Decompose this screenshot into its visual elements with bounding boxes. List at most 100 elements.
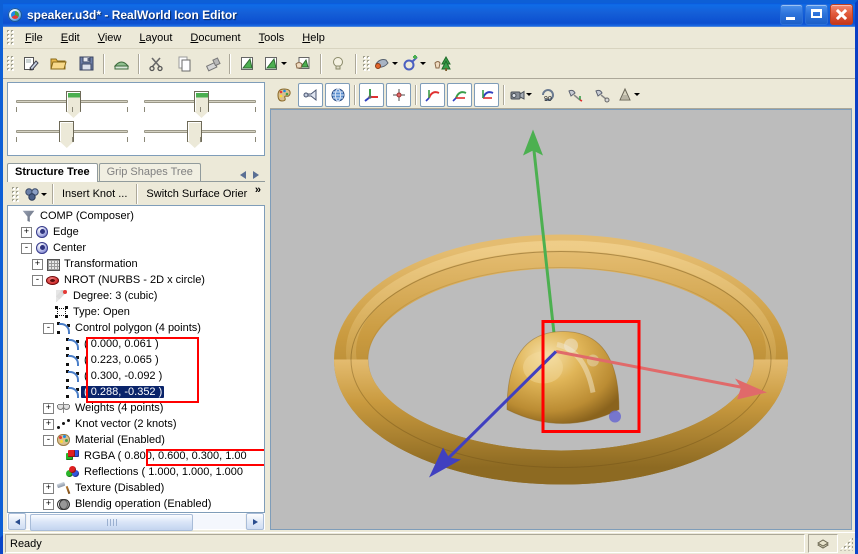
globe-environment-icon[interactable] — [325, 83, 350, 107]
tree-node[interactable]: -Material (Enabled) — [10, 432, 264, 448]
copy-icon[interactable] — [171, 51, 197, 76]
slider-top-left[interactable] — [16, 91, 128, 117]
tree-node[interactable]: ( 0.000, 0.061 ) — [10, 336, 264, 352]
pin-axis-icon[interactable] — [562, 83, 587, 107]
insert-knot-button[interactable]: Insert Knot ... — [56, 186, 133, 202]
add-object-icon[interactable] — [401, 51, 427, 76]
tree-node[interactable]: Reflections ( 1.000, 1.000, 1.000 — [10, 464, 264, 480]
chevron-down-icon[interactable] — [634, 93, 640, 96]
grip-points-icon[interactable] — [386, 83, 411, 107]
open-folder-icon[interactable] — [45, 51, 71, 76]
switch-surface-orientation-button[interactable]: Switch Surface Orier — [140, 186, 253, 202]
tree-node[interactable]: Type: Open — [10, 304, 264, 320]
scroll-thumb[interactable] — [30, 514, 193, 531]
chevron-down-icon[interactable] — [41, 193, 47, 196]
camera-icon[interactable] — [508, 83, 533, 107]
tree-node[interactable]: +Texture (Disabled) — [10, 480, 264, 496]
minimize-button[interactable] — [780, 4, 803, 25]
toolbar-drag-grip[interactable] — [6, 55, 14, 72]
tree-expander[interactable]: + — [43, 403, 54, 414]
tree-expander[interactable]: + — [43, 419, 54, 430]
tree-expander[interactable]: - — [32, 275, 43, 286]
tree-node[interactable]: +Blendig operation (Enabled) — [10, 496, 264, 512]
rotate-90-icon[interactable]: 90 — [535, 83, 560, 107]
tree-expander[interactable]: - — [43, 323, 54, 334]
menu-edit[interactable]: Edit — [52, 29, 89, 47]
tree-expander[interactable]: + — [21, 227, 32, 238]
menu-layout[interactable]: Layout — [130, 29, 181, 47]
scroll-tabs-left-icon[interactable] — [240, 171, 246, 179]
paste-brush-icon[interactable] — [199, 51, 225, 76]
menu-help[interactable]: Help — [293, 29, 334, 47]
tree-node[interactable]: ( 0.223, 0.065 ) — [10, 352, 264, 368]
tab-structure-tree[interactable]: Structure Tree — [7, 163, 98, 182]
texture-hammer-icon — [56, 481, 72, 496]
apply-hand-icon[interactable] — [290, 51, 316, 76]
slider-bottom-right[interactable] — [144, 121, 256, 147]
tree-node[interactable]: COMP (Composer) — [10, 208, 264, 224]
title-bar: speaker.u3d* - RealWorld Icon Editor — [3, 3, 855, 26]
scroll-track[interactable] — [27, 514, 245, 529]
structure-tree-panel[interactable]: COMP (Composer)+Edge-Center+Transformati… — [7, 205, 265, 513]
maximize-button[interactable] — [805, 4, 828, 25]
rotate-x-icon[interactable] — [420, 83, 445, 107]
tree-node[interactable]: -Control polygon (4 points) — [10, 320, 264, 336]
menu-document[interactable]: Document — [181, 29, 249, 47]
light-bulb-icon[interactable] — [325, 51, 351, 76]
tree-node[interactable]: -NROT (NURBS - 2D x circle) — [10, 272, 264, 288]
pin-point-icon[interactable] — [589, 83, 614, 107]
tree-node[interactable]: RGBA ( 0.800, 0.600, 0.300, 1.00 — [10, 448, 264, 464]
tree-node[interactable]: +Knot vector (2 knots) — [10, 416, 264, 432]
tree-object-icon[interactable] — [429, 51, 455, 76]
menu-tools[interactable]: Tools — [250, 29, 294, 47]
tree-expander[interactable]: + — [43, 499, 54, 510]
tree-expander[interactable]: + — [43, 483, 54, 494]
undo-icon[interactable] — [234, 51, 260, 76]
scroll-left-button[interactable] — [8, 513, 26, 530]
object-menu-icon[interactable] — [22, 182, 48, 207]
toolbar-overflow-button[interactable]: » — [255, 184, 261, 196]
close-button[interactable] — [830, 4, 853, 25]
cut-scissors-icon[interactable] — [143, 51, 169, 76]
tree-expander[interactable]: + — [32, 259, 43, 270]
move-axes-icon[interactable] — [359, 83, 384, 107]
tree-expander[interactable]: - — [21, 243, 32, 254]
resize-grip[interactable] — [839, 537, 853, 551]
tree-node[interactable]: ( 0.288, -0.352 ) — [10, 384, 264, 400]
tree-node[interactable]: -Center — [10, 240, 264, 256]
color-dropper-icon[interactable] — [373, 51, 399, 76]
3d-preview-viewport[interactable] — [270, 109, 852, 530]
save-floppy-icon[interactable] — [73, 51, 99, 76]
material-palette-icon[interactable] — [271, 83, 296, 107]
scroll-tabs-right-icon[interactable] — [253, 171, 259, 179]
tree-node[interactable]: Degree: 3 (cubic) — [10, 288, 264, 304]
flashlight-icon[interactable] — [298, 83, 323, 107]
chevron-down-icon[interactable] — [392, 62, 398, 65]
slider-bottom-left[interactable] — [16, 121, 128, 147]
chevron-down-icon[interactable] — [420, 62, 426, 65]
rotate-y-icon[interactable] — [447, 83, 472, 107]
new-icon[interactable] — [17, 51, 43, 76]
scroll-right-button[interactable] — [246, 513, 264, 530]
redo-icon[interactable] — [262, 51, 288, 76]
chevron-down-icon[interactable] — [526, 93, 532, 96]
toolbar-drag-grip-2[interactable] — [362, 55, 370, 72]
chevron-down-icon[interactable] — [281, 62, 287, 65]
tree-node[interactable]: +Weights (4 points) — [10, 400, 264, 416]
menu-drag-grip[interactable] — [6, 29, 14, 46]
tree-node-label: Type: Open — [70, 306, 130, 318]
tree-node[interactable]: +Transformation — [10, 256, 264, 272]
left-panel: Structure Tree Grip Shapes Tree — [3, 79, 268, 532]
rotate-z-icon[interactable] — [474, 83, 499, 107]
tab-grip-shapes-tree[interactable]: Grip Shapes Tree — [99, 163, 201, 181]
tree-node[interactable]: +Edge — [10, 224, 264, 240]
tree-horizontal-scrollbar[interactable] — [7, 513, 265, 530]
slider-top-right[interactable] — [144, 91, 256, 117]
menu-view[interactable]: View — [89, 29, 131, 47]
tree-expander[interactable]: - — [43, 435, 54, 446]
tree-node[interactable]: ( 0.300, -0.092 ) — [10, 368, 264, 384]
cone-primitive-icon[interactable] — [616, 83, 641, 107]
menu-file[interactable]: File — [16, 29, 52, 47]
tree-toolbar-grip[interactable] — [11, 186, 19, 203]
print-icon[interactable] — [108, 51, 134, 76]
